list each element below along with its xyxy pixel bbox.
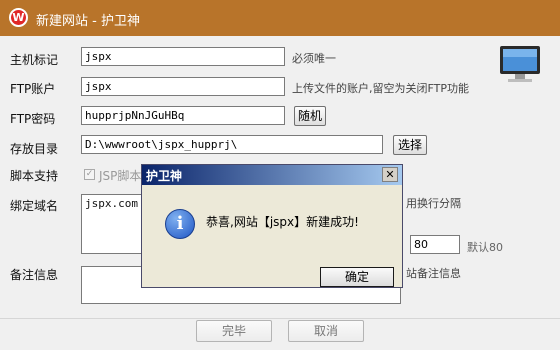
port-hint: 默认80 [467,241,503,254]
jsp-checkbox[interactable]: ✓ [84,169,95,180]
directory-input[interactable]: D:\wwwroot\jspx_hupprj\ [81,135,383,154]
cancel-button[interactable]: 取消 [288,320,364,342]
dialog-title: 护卫神 [146,169,183,183]
host-input[interactable]: jspx [81,47,285,66]
host-label: 主机标记 [10,53,59,67]
browse-directory-button[interactable]: 选择 [393,135,427,155]
ftp-account-hint: 上传文件的账户,留空为关闭FTP功能 [292,82,469,95]
ftp-password-label: FTP密码 [10,112,56,126]
finish-button[interactable]: 完毕 [196,320,272,342]
footer-bar [0,318,560,350]
ftp-password-input[interactable]: hupprjpNnJGuHBq [81,106,285,125]
port-input[interactable]: 80 [410,235,460,254]
host-hint: 必须唯一 [292,52,336,65]
info-icon: i [165,209,195,239]
remark-label: 备注信息 [10,268,59,282]
domain-hint: 用换行分隔 [406,197,461,210]
domain-label: 绑定域名 [10,199,59,213]
monitor-icon [500,46,540,82]
directory-label: 存放目录 [10,142,59,156]
random-password-button[interactable]: 随机 [294,106,326,126]
title-bar: W 新建网站 - 护卫神 [0,0,560,36]
jsp-option-label: JSP脚本 [99,169,142,183]
dialog-close-icon[interactable]: ✕ [382,167,398,182]
window-title: 新建网站 - 护卫神 [36,14,140,29]
dialog-title-bar: 护卫神 ✕ [142,165,402,185]
ftp-account-label: FTP账户 [10,82,56,96]
dialog-message: 恭喜,网站【jspx】新建成功! [206,215,359,229]
script-support-label: 脚本支持 [10,169,59,183]
ftp-account-input[interactable]: jspx [81,77,285,96]
success-dialog: 护卫神 ✕ i 恭喜,网站【jspx】新建成功! 确定 [141,164,403,288]
app-logo-icon: W [9,8,28,27]
remark-hint: 站备注信息 [406,267,461,280]
dialog-ok-button[interactable]: 确定 [320,267,394,287]
